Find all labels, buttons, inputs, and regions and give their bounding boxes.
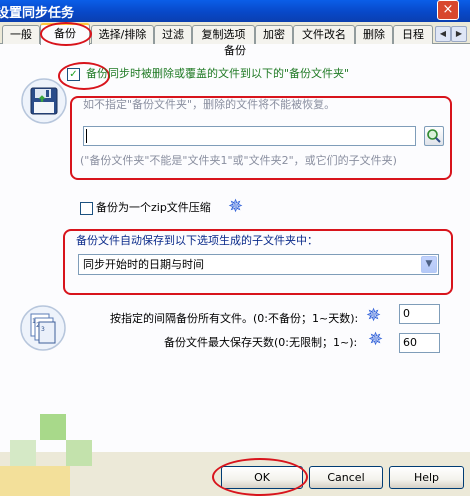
svg-text:2: 2	[36, 322, 40, 329]
window-title: 设置同步任务	[0, 6, 75, 21]
subfolder-select-value: 同步开始时的日期与时间	[83, 258, 204, 271]
tab-schedule[interactable]: 日程	[393, 25, 433, 44]
sparkle-icon: ✵	[366, 305, 382, 326]
svg-text:3: 3	[41, 326, 45, 333]
tab-delete[interactable]: 删除	[355, 25, 393, 44]
sparkle-icon: ✵	[228, 196, 244, 217]
subfolder-select[interactable]: 同步开始时的日期与时间 ▼	[78, 254, 439, 275]
sparkle-icon: ✵	[368, 329, 384, 350]
zip-checkbox-label[interactable]: 备份为一个zip文件压缩	[96, 201, 211, 215]
chevron-down-icon[interactable]: ▼	[421, 256, 437, 273]
tab-scroll-right-button[interactable]: ▶	[451, 26, 467, 42]
max-days-label: 备份文件最大保存天数(0:无限制；1~):	[164, 336, 358, 349]
annotation-ok-oval	[212, 458, 308, 496]
max-days-input[interactable]: 60	[399, 333, 440, 353]
warning-text: 如不指定"备份文件夹"，删除的文件将不能被恢复。	[83, 98, 336, 111]
section-title: 备份	[224, 44, 246, 57]
decorative-block	[10, 440, 36, 466]
floppy-disk-icon	[20, 77, 68, 125]
tab-general[interactable]: 一般	[2, 25, 40, 44]
close-button[interactable]: ×	[437, 0, 459, 20]
annotation-tab-oval	[40, 22, 92, 46]
tab-scroll-left-button[interactable]: ◀	[435, 26, 451, 42]
zip-checkbox[interactable]	[80, 202, 93, 215]
folder-note: ("备份文件夹"不能是"文件夹1"或"文件夹2"，或它们的子文件夹)	[80, 154, 397, 167]
title-bar: 设置同步任务 ×	[0, 0, 470, 22]
help-button[interactable]: Help	[389, 466, 464, 489]
browse-folder-button[interactable]	[424, 126, 444, 146]
interval-input[interactable]: 0	[399, 304, 440, 324]
interval-label: 按指定的间隔备份所有文件。(0:不备份；1~天数):	[110, 312, 359, 325]
cancel-button[interactable]: Cancel	[309, 466, 383, 489]
backup-panel: 备份 ✓ 备份同步时被删除或覆盖的文件到以下的"备份文件夹" 如不指定"备份文件…	[0, 44, 470, 452]
tab-copy-options[interactable]: 复制选项	[192, 25, 255, 44]
search-folder-icon	[427, 129, 441, 143]
backup-checkbox-label[interactable]: 备份同步时被删除或覆盖的文件到以下的"备份文件夹"	[86, 67, 349, 81]
tab-encrypt[interactable]: 加密	[255, 25, 293, 44]
subfolder-label: 备份文件自动保存到以下选项生成的子文件夹中：	[76, 234, 318, 247]
backup-folder-input[interactable]	[83, 126, 416, 146]
tab-rename[interactable]: 文件改名	[293, 25, 355, 44]
decorative-block	[0, 466, 70, 496]
tab-select-exclude[interactable]: 选择/排除	[91, 25, 154, 44]
text-caret	[86, 129, 87, 143]
decorative-block	[66, 440, 92, 466]
tab-filter[interactable]: 过滤	[154, 25, 192, 44]
decorative-block	[40, 414, 66, 440]
documents-stack-icon: 1 2 3	[19, 304, 67, 352]
dialog-footer: OK Cancel Help	[0, 414, 470, 496]
